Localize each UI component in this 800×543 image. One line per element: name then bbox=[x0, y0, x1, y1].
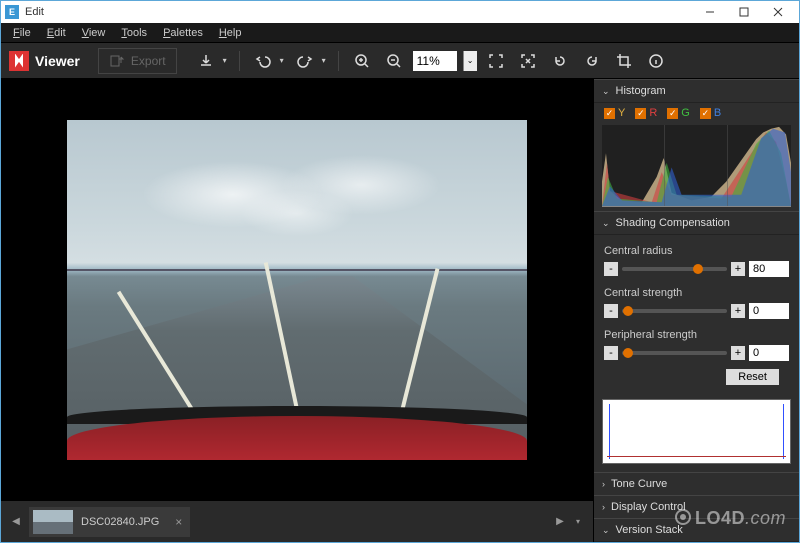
menu-tools[interactable]: Tools bbox=[113, 25, 155, 41]
canvas-viewport[interactable] bbox=[1, 79, 593, 500]
central-radius-decrement[interactable]: - bbox=[604, 262, 618, 276]
rotate-right-button[interactable] bbox=[579, 48, 605, 74]
peripheral-strength-increment[interactable]: + bbox=[731, 346, 745, 360]
menu-view[interactable]: View bbox=[74, 25, 114, 41]
menu-file[interactable]: File bbox=[5, 25, 39, 41]
save-button[interactable] bbox=[193, 48, 219, 74]
display-control-header[interactable]: › Display Control bbox=[594, 495, 799, 518]
thumbnail-image bbox=[33, 510, 73, 534]
undo-button[interactable] bbox=[250, 48, 276, 74]
peripheral-strength-slider[interactable] bbox=[622, 351, 727, 355]
save-dropdown[interactable]: ▾ bbox=[223, 56, 227, 65]
crop-button[interactable] bbox=[611, 48, 637, 74]
zoom-input[interactable]: 11% bbox=[413, 51, 457, 71]
rotate-left-button[interactable] bbox=[547, 48, 573, 74]
tone-curve-title: Tone Curve bbox=[611, 478, 667, 490]
filmstrip-next-button[interactable]: ▶ bbox=[551, 507, 569, 537]
central-strength-increment[interactable]: + bbox=[731, 304, 745, 318]
actual-size-button[interactable] bbox=[515, 48, 541, 74]
separator bbox=[239, 51, 240, 71]
central-radius-value[interactable]: 80 bbox=[749, 261, 789, 277]
central-radius-label: Central radius bbox=[604, 245, 789, 257]
redo-dropdown[interactable]: ▾ bbox=[322, 56, 326, 65]
central-radius-increment[interactable]: + bbox=[731, 262, 745, 276]
tone-curve-header[interactable]: › Tone Curve bbox=[594, 472, 799, 495]
filmstrip: ◀ DSC02840.JPG × ▶ ▾ bbox=[1, 500, 593, 542]
central-strength-label: Central strength bbox=[604, 287, 789, 299]
info-button[interactable] bbox=[643, 48, 669, 74]
filmstrip-prev-button[interactable]: ◀ bbox=[7, 507, 25, 537]
right-panel: ⌄ Histogram ✓Y ✓R ✓G ✓B bbox=[593, 79, 799, 542]
shading-header[interactable]: ⌄ Shading Compensation bbox=[594, 211, 799, 235]
version-stack-header[interactable]: ⌄ Version Stack bbox=[594, 518, 799, 542]
chevron-down-icon: ⌄ bbox=[602, 525, 610, 536]
shading-title: Shading Compensation bbox=[616, 217, 730, 229]
toolbar: Viewer Export ▾ ▾ ▾ 11% ⌄ bbox=[1, 43, 799, 79]
menu-palettes[interactable]: Palettes bbox=[155, 25, 211, 41]
app-icon: E bbox=[5, 5, 19, 19]
central-strength-slider[interactable] bbox=[622, 309, 727, 313]
image-preview bbox=[67, 120, 527, 460]
filmstrip-close-icon[interactable]: × bbox=[175, 515, 182, 529]
undo-dropdown[interactable]: ▾ bbox=[280, 56, 284, 65]
zoom-in-button[interactable] bbox=[349, 48, 375, 74]
minimize-button[interactable] bbox=[693, 2, 727, 22]
menu-edit[interactable]: Edit bbox=[39, 25, 74, 41]
histogram-title: Histogram bbox=[616, 85, 666, 97]
menu-help[interactable]: Help bbox=[211, 25, 250, 41]
zoom-out-button[interactable] bbox=[381, 48, 407, 74]
central-strength-decrement[interactable]: - bbox=[604, 304, 618, 318]
close-button[interactable] bbox=[761, 2, 795, 22]
shading-reset-button[interactable]: Reset bbox=[726, 369, 779, 385]
peripheral-strength-value[interactable]: 0 bbox=[749, 345, 789, 361]
chevron-right-icon: › bbox=[602, 502, 605, 512]
fit-screen-button[interactable] bbox=[483, 48, 509, 74]
export-button[interactable]: Export bbox=[98, 48, 177, 74]
histogram-plot bbox=[602, 125, 791, 207]
separator bbox=[338, 51, 339, 71]
histogram-header[interactable]: ⌄ Histogram bbox=[594, 79, 799, 103]
chevron-down-icon: ⌄ bbox=[602, 86, 610, 97]
filmstrip-tab[interactable]: DSC02840.JPG × bbox=[29, 507, 190, 537]
mode-label: Viewer bbox=[35, 53, 80, 69]
display-control-title: Display Control bbox=[611, 501, 686, 513]
window-title: Edit bbox=[25, 6, 693, 18]
histogram-r-checkbox[interactable]: ✓R bbox=[635, 107, 657, 119]
histogram-g-checkbox[interactable]: ✓G bbox=[667, 107, 690, 119]
app-logo-icon bbox=[9, 51, 29, 71]
export-icon bbox=[109, 53, 125, 69]
peripheral-strength-label: Peripheral strength bbox=[604, 329, 789, 341]
central-strength-value[interactable]: 0 bbox=[749, 303, 789, 319]
filmstrip-menu-button[interactable]: ▾ bbox=[569, 517, 587, 526]
version-stack-title: Version Stack bbox=[616, 524, 683, 536]
chevron-down-icon: ⌄ bbox=[602, 218, 610, 229]
zoom-dropdown[interactable]: ⌄ bbox=[463, 51, 477, 71]
shading-curve-preview bbox=[602, 399, 791, 464]
titlebar: E Edit bbox=[1, 1, 799, 23]
histogram-y-checkbox[interactable]: ✓Y bbox=[604, 107, 625, 119]
menu-bar: File Edit View Tools Palettes Help bbox=[1, 23, 799, 43]
histogram-b-checkbox[interactable]: ✓B bbox=[700, 107, 721, 119]
redo-button[interactable] bbox=[292, 48, 318, 74]
filmstrip-filename: DSC02840.JPG bbox=[81, 516, 159, 528]
export-label: Export bbox=[131, 54, 166, 68]
central-radius-slider[interactable] bbox=[622, 267, 727, 271]
chevron-right-icon: › bbox=[602, 479, 605, 489]
maximize-button[interactable] bbox=[727, 2, 761, 22]
peripheral-strength-decrement[interactable]: - bbox=[604, 346, 618, 360]
